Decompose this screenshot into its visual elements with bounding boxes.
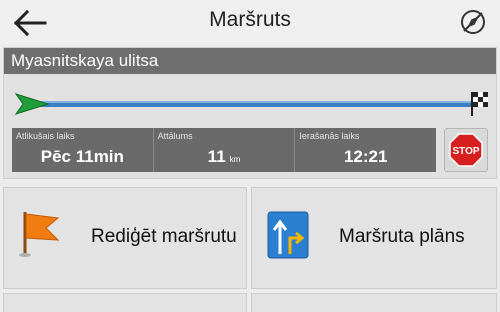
stop-navigation-button[interactable]: STOP	[444, 128, 488, 172]
cancel-route-button[interactable]	[460, 9, 486, 35]
stop-sign-icon: STOP	[449, 133, 483, 167]
route-info-box: Atlikušais laiks Pēc 11min Attālums 11 km…	[12, 128, 436, 172]
orange-flag-icon	[19, 212, 60, 257]
menu-button-3[interactable]	[3, 293, 247, 312]
remaining-time-value: Pēc 11min	[40, 147, 124, 166]
route-plan-icon	[267, 211, 309, 259]
edit-route-button[interactable]: Rediģēt maršrutu	[3, 187, 247, 289]
checkered-flag-icon	[471, 92, 488, 116]
compass-off-icon	[461, 10, 485, 34]
street-name: Myasnitskaya ulitsa	[4, 48, 496, 74]
page-title: Maršruts	[209, 8, 291, 31]
distance-value: 11	[207, 147, 226, 166]
arrival-value: 12:21	[343, 147, 388, 166]
route-plan-button[interactable]: Maršruta plāns	[251, 187, 497, 289]
route-progress	[14, 92, 488, 116]
remaining-time-label: Atlikušais laiks	[16, 131, 75, 141]
remaining-time-cell: Atlikušais laiks Pēc 11min	[12, 128, 154, 172]
route-summary-panel: Myasnitskaya ulitsa Atlikušais laiks Pēc…	[3, 47, 497, 179]
top-bar: Maršruts	[0, 0, 500, 44]
start-arrow-icon	[14, 93, 50, 115]
distance-value-wrap: 11 km	[154, 147, 295, 167]
edit-route-label: Rediģēt maršrutu	[91, 226, 237, 247]
arrival-cell: Ierašanās laiks 12:21	[295, 128, 436, 172]
route-plan-label: Maršruta plāns	[339, 226, 465, 247]
distance-unit: km	[229, 155, 241, 164]
distance-cell: Attālums 11 km	[154, 128, 296, 172]
arrival-label: Ierašanās laiks	[299, 131, 360, 141]
stop-sign-text: STOP	[452, 146, 479, 157]
menu-button-4[interactable]	[251, 293, 497, 312]
distance-label: Attālums	[157, 131, 193, 141]
